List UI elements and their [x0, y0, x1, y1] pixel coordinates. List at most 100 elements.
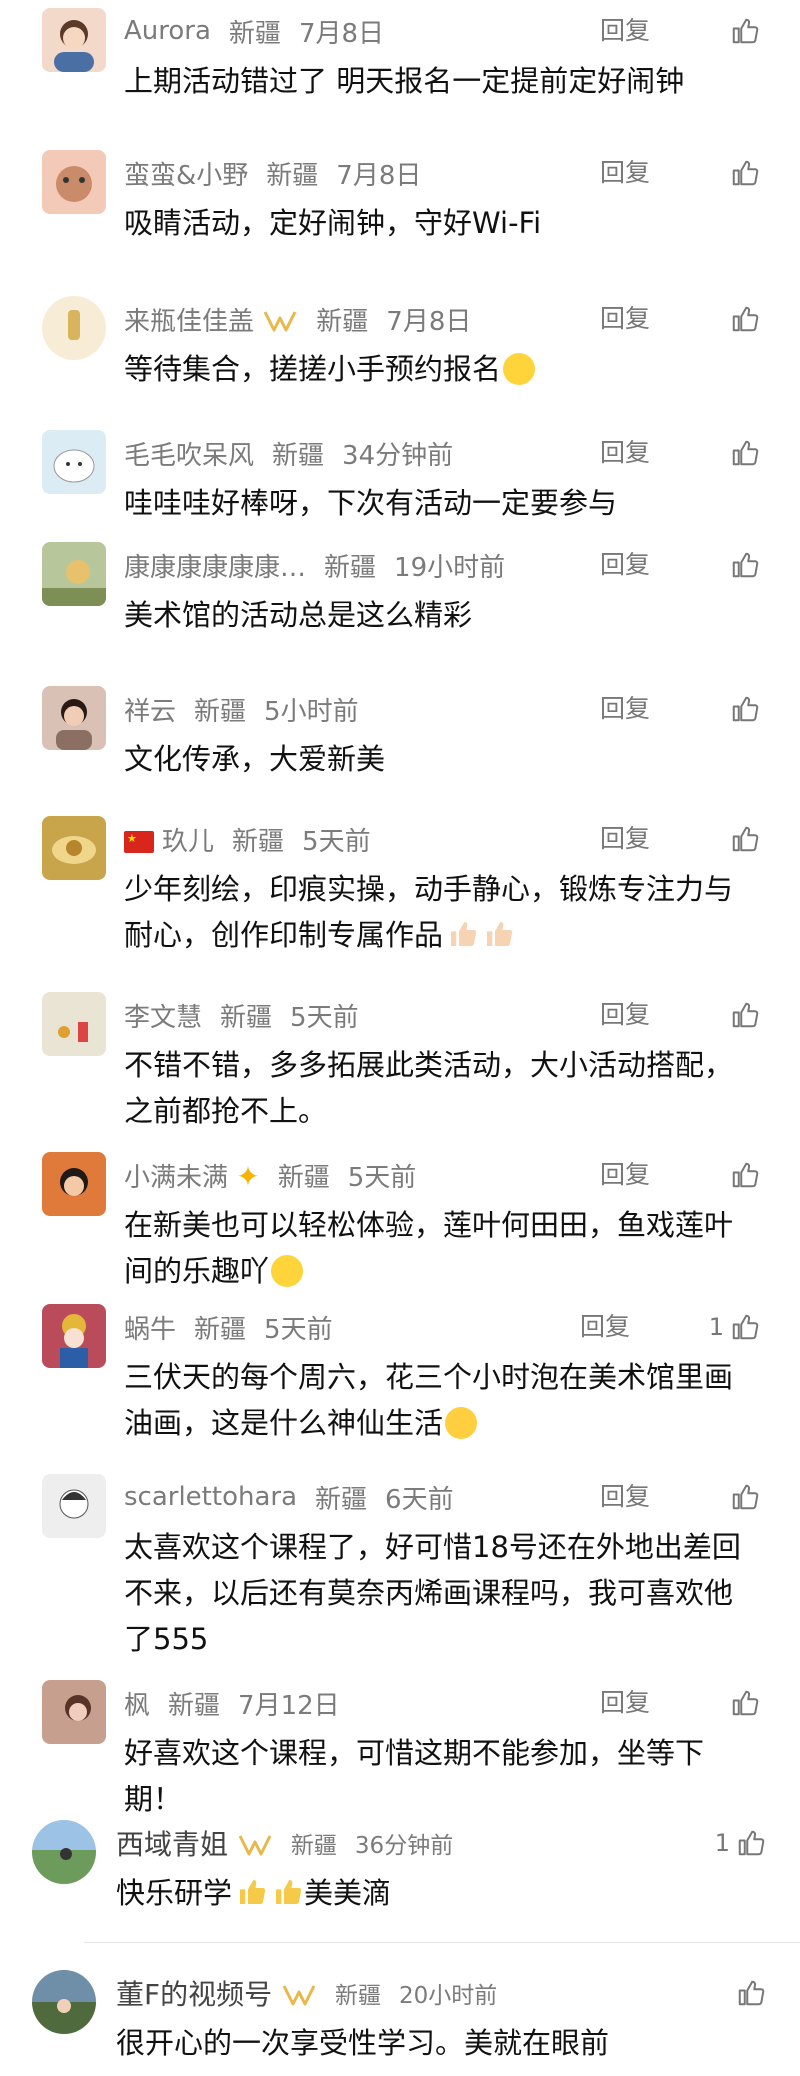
like-button[interactable]: [700, 1680, 760, 1726]
section-divider: [84, 1942, 800, 1943]
avatar[interactable]: [42, 686, 106, 750]
timestamp: 7月8日: [298, 18, 385, 49]
comment-text: 等待集合，搓搓小手预约报名: [124, 346, 754, 392]
comment-text: 少年刻绘，印痕实操，动手静心，锻炼专注力与耐心，创作印制专属作品: [124, 872, 734, 952]
username[interactable]: 玖儿: [124, 821, 214, 858]
like-button[interactable]: [700, 542, 760, 588]
reply-button[interactable]: 回复: [600, 542, 650, 588]
verified-badge-icon: [238, 1835, 272, 1856]
like-count: 1: [714, 1829, 730, 1857]
reply-button[interactable]: 回复: [600, 686, 650, 732]
verified-badge-icon: [282, 1985, 316, 2006]
comment-text: 哇哇哇好棒呀，下次有活动一定要参与: [124, 486, 618, 520]
region-label: 新疆: [315, 1484, 368, 1515]
region-label: 新疆: [316, 306, 369, 337]
comment-text: 文化传承，大爱新美: [124, 742, 386, 776]
comment-meta: 董F的视频号 新疆 20小时前: [116, 1970, 497, 2016]
like-button[interactable]: [700, 992, 760, 1038]
username[interactable]: 小满未满 ✦: [124, 1157, 260, 1194]
comment-meta: 蜗牛 新疆 5天前: [124, 1304, 333, 1350]
username[interactable]: scarlettohara: [124, 1482, 297, 1512]
comment-meta: 李文慧 新疆 5天前: [124, 992, 359, 1038]
username[interactable]: 祥云: [124, 691, 176, 728]
comment-text: 美术馆的活动总是这么精彩: [124, 598, 473, 632]
avatar[interactable]: [42, 1680, 106, 1744]
reply-button[interactable]: 回复: [580, 1304, 630, 1350]
thumbs-up-icon: [732, 18, 759, 44]
china-flag-icon: [124, 830, 154, 853]
sparkle-star-icon: ✦: [236, 1159, 260, 1193]
reply-button[interactable]: 回复: [600, 1474, 650, 1520]
comment-text: 快乐研学 美美滴: [116, 1876, 392, 1910]
thumbs-up-icon: [732, 1484, 759, 1510]
avatar[interactable]: [42, 992, 106, 1056]
like-button[interactable]: [700, 1152, 760, 1198]
timestamp: 6天前: [385, 1484, 454, 1515]
thumbs-up-icon: [732, 440, 759, 466]
reply-button[interactable]: 回复: [600, 992, 650, 1038]
verified-badge-icon: [263, 310, 297, 331]
thumbs-up-emoji-icon: [276, 1880, 302, 1904]
username[interactable]: 毛毛吹呆风: [124, 435, 254, 472]
reply-button[interactable]: 回复: [600, 1152, 650, 1198]
timestamp: 7月12日: [238, 1690, 340, 1721]
avatar[interactable]: [32, 1820, 96, 1884]
like-button[interactable]: [700, 686, 760, 732]
comment-meta: 小满未满 ✦ 新疆 5天前: [124, 1152, 416, 1198]
avatar[interactable]: [42, 150, 106, 214]
winking-emoji-icon: [271, 1255, 304, 1287]
avatar[interactable]: [42, 1304, 106, 1368]
username[interactable]: Aurora: [124, 16, 211, 46]
like-button[interactable]: [700, 430, 760, 476]
thumbs-up-icon: [732, 1690, 759, 1716]
thumbs-up-emoji-icon: [451, 922, 477, 946]
comment-text: 很开心的一次享受性学习。美就在眼前: [116, 2026, 610, 2060]
comment-meta: 西域青姐 新疆 36分钟前: [116, 1820, 453, 1866]
region-label: 新疆: [266, 160, 319, 191]
username[interactable]: 枫: [124, 1685, 150, 1722]
comment-meta: scarlettohara 新疆 6天前: [124, 1474, 454, 1520]
username[interactable]: 蛮蛮&小野: [124, 155, 248, 192]
reply-button[interactable]: 回复: [600, 296, 650, 342]
avatar[interactable]: [42, 296, 106, 360]
comment-text: 好喜欢这个课程，可惜这期不能参加，坐等下期！: [124, 1736, 705, 1816]
like-button[interactable]: 1: [700, 1304, 760, 1350]
timestamp: 34分钟前: [342, 440, 454, 471]
avatar[interactable]: [32, 1970, 96, 2034]
username[interactable]: 李文慧: [124, 997, 202, 1034]
comment-text: 吸睛活动，定好闹钟，守好Wi-Fi: [124, 206, 542, 240]
timestamp: 5天前: [347, 1162, 417, 1193]
avatar[interactable]: [42, 816, 106, 880]
username[interactable]: 康康康康康康…: [124, 547, 306, 584]
timestamp: 5天前: [302, 826, 371, 857]
username[interactable]: 来瓶佳佳盖: [124, 301, 298, 338]
username[interactable]: 西域青姐: [116, 1823, 273, 1863]
thumbs-up-icon: [738, 1980, 765, 2006]
reply-button[interactable]: 回复: [600, 816, 650, 862]
avatar[interactable]: [42, 1474, 106, 1538]
timestamp: 5天前: [264, 1314, 333, 1345]
like-button[interactable]: [700, 150, 760, 196]
thumbs-up-icon: [732, 306, 759, 332]
like-button[interactable]: [706, 1970, 766, 2016]
reply-button[interactable]: 回复: [600, 8, 650, 54]
thumbs-up-icon: [732, 160, 759, 186]
comment-text: 太喜欢这个课程了，好可惜18号还在外地出差回不来，以后还有莫奈丙烯画课程吗，我可…: [124, 1530, 741, 1656]
like-button[interactable]: [700, 1474, 760, 1520]
username[interactable]: 董F的视频号: [116, 1973, 317, 2013]
like-button[interactable]: [700, 296, 760, 342]
like-button[interactable]: [700, 8, 760, 54]
like-button[interactable]: [700, 816, 760, 862]
avatar[interactable]: [42, 1152, 106, 1216]
reply-button[interactable]: 回复: [600, 430, 650, 476]
like-button[interactable]: 1: [706, 1820, 766, 1866]
666-emoji-icon: [445, 1407, 478, 1439]
avatar[interactable]: [42, 542, 106, 606]
comment-meta: 来瓶佳佳盖 新疆 7月8日: [124, 296, 471, 342]
username[interactable]: 蜗牛: [124, 1309, 176, 1346]
reply-button[interactable]: 回复: [600, 150, 650, 196]
avatar[interactable]: [42, 430, 106, 494]
avatar[interactable]: [42, 8, 106, 72]
reply-button[interactable]: 回复: [600, 1680, 650, 1726]
region-label: 新疆: [290, 1833, 337, 1859]
